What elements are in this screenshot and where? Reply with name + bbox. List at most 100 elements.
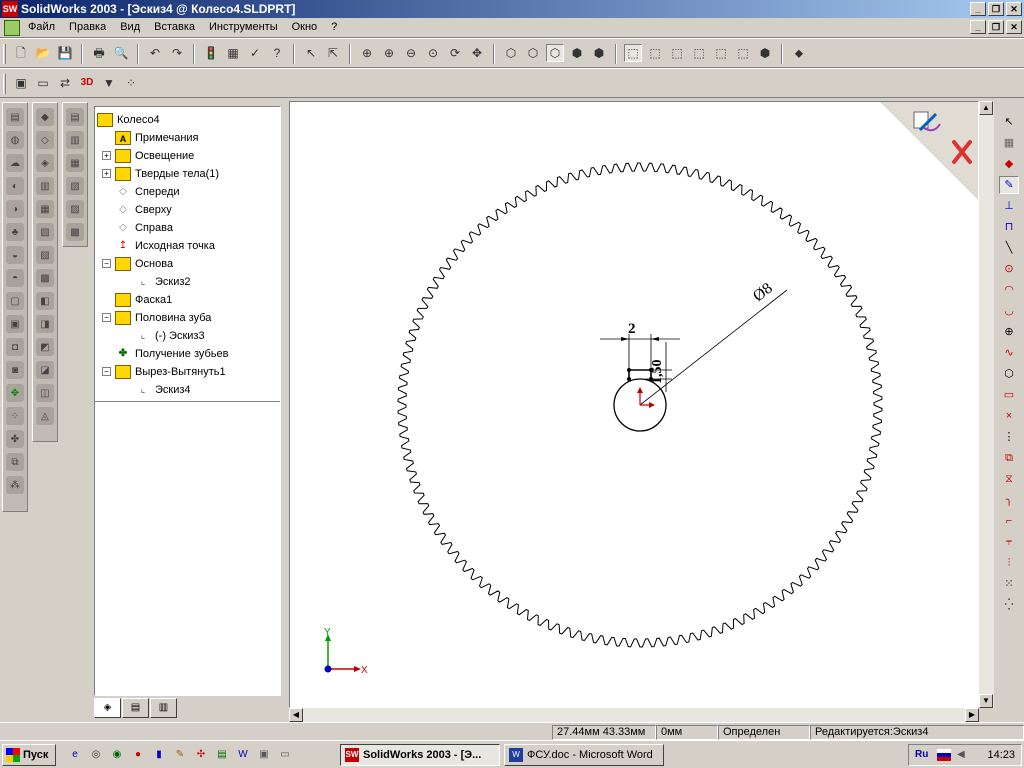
doc-restore-button[interactable]: ❐	[988, 20, 1004, 34]
explorer-icon[interactable]: ▣	[255, 746, 273, 764]
collapse-icon[interactable]: −	[102, 367, 111, 376]
save-icon[interactable]: 💾	[56, 44, 74, 62]
cut-extrude-tool-icon[interactable]: ◆	[36, 108, 54, 126]
menu-window[interactable]: Окно	[290, 21, 320, 33]
shell-icon[interactable]: ▢	[6, 292, 24, 310]
view-top-icon[interactable]: ⬚	[734, 44, 752, 62]
restore-button[interactable]: ❐	[988, 2, 1004, 16]
surface-sweep-icon[interactable]: ▦	[66, 154, 84, 172]
wireframe-icon[interactable]: ⬡	[502, 44, 520, 62]
tree-item-cut-extrude1[interactable]: − Вырез-Вытянуть1	[102, 363, 226, 381]
graphics-viewport[interactable]: 2 1,50 Ø8 Y X	[289, 101, 979, 708]
doc-minimize-button[interactable]: _	[970, 20, 986, 34]
tree-item-sketch2[interactable]: ⌞ Эскиз2	[135, 273, 191, 291]
zoom-selection-icon[interactable]: ⊙	[424, 44, 442, 62]
surface-extrude-icon[interactable]: ▤	[66, 108, 84, 126]
outlook-icon[interactable]: ◎	[87, 746, 105, 764]
tab-feature-manager[interactable]: ◈	[94, 698, 121, 718]
rotate-view-icon[interactable]: ⟳	[446, 44, 464, 62]
3d-icon[interactable]: 3D	[78, 74, 96, 92]
tree-item-front-plane[interactable]: ◇ Спереди	[115, 183, 179, 201]
speaker-icon[interactable]: ◀	[957, 749, 971, 761]
select-icon[interactable]: ↖	[302, 44, 320, 62]
rectangle-icon[interactable]: ▭	[999, 386, 1019, 404]
menu-help[interactable]: ?	[329, 21, 339, 33]
undo-icon[interactable]: ↶	[146, 44, 164, 62]
rib-icon[interactable]: ♣	[6, 223, 24, 241]
cut-loft-icon[interactable]: ▥	[36, 177, 54, 195]
hidden-lines-icon[interactable]: ⬡	[524, 44, 542, 62]
pan-icon[interactable]: ✥	[468, 44, 486, 62]
hole-icon[interactable]: ◘	[6, 338, 24, 356]
print-preview-icon[interactable]: 🔍	[112, 44, 130, 62]
split-line-icon[interactable]: ▧	[36, 223, 54, 241]
point-icon[interactable]: ×	[999, 407, 1019, 425]
offset-icon[interactable]: ⧉	[999, 449, 1019, 467]
tree-item-top-plane[interactable]: ◇ Сверху	[115, 201, 172, 219]
collapse-icon[interactable]: −	[102, 259, 111, 268]
tree-item-teeth-pattern[interactable]: ✤ Получение зубьев	[115, 345, 229, 363]
language-indicator[interactable]: Ru	[915, 749, 928, 760]
vertical-scrollbar[interactable]: ▲ ▼	[979, 101, 994, 708]
menu-edit[interactable]: Правка	[67, 21, 108, 33]
view-front-icon[interactable]: ⬚	[646, 44, 664, 62]
polygon-icon[interactable]: ⬡	[999, 365, 1019, 383]
minimize-button[interactable]: _	[970, 2, 986, 16]
spline-icon[interactable]: ∿	[999, 344, 1019, 362]
move-icon[interactable]: ✥	[6, 384, 24, 402]
ie-icon[interactable]: e	[66, 746, 84, 764]
tree-item-origin[interactable]: ↥ Исходная точка	[115, 237, 215, 255]
palette-icon[interactable]: ⁘	[122, 74, 140, 92]
sweep-icon[interactable]: ☁	[6, 154, 24, 172]
trim-icon[interactable]: ⌐	[999, 512, 1019, 530]
expand-icon[interactable]: +	[102, 169, 111, 178]
menu-tools[interactable]: Инструменты	[207, 21, 280, 33]
scroll-down-button[interactable]: ▼	[979, 694, 993, 708]
tree-item-base[interactable]: − Основа	[102, 255, 173, 273]
fillet-sketch-icon[interactable]: ╮	[999, 491, 1019, 509]
close-button[interactable]: ✕	[1006, 2, 1022, 16]
cut-sweep-icon[interactable]: ◈	[36, 154, 54, 172]
tree-item-sketch3[interactable]: ⌞ (-) Эскиз3	[135, 327, 205, 345]
zoom-in-out-icon[interactable]: ⊖	[402, 44, 420, 62]
circle-center-icon[interactable]: ⊙	[999, 260, 1019, 278]
excel-icon[interactable]: ▤	[213, 746, 231, 764]
mirror-entities-icon[interactable]: ⧖	[999, 470, 1019, 488]
dimension-icon[interactable]: ⊥	[999, 197, 1019, 215]
start-button[interactable]: Пуск	[2, 744, 56, 766]
open-icon[interactable]: 📂	[34, 44, 52, 62]
tree-item-chamfer1[interactable]: Фаска1	[115, 291, 172, 309]
view-isometric-icon[interactable]: ⬢	[756, 44, 774, 62]
solidworks-logo-icon[interactable]: SW	[2, 1, 18, 17]
zoom-area-icon[interactable]: ⊕	[380, 44, 398, 62]
measure-icon[interactable]: ⇄	[56, 74, 74, 92]
keyway-sketch[interactable]	[628, 369, 652, 379]
thicken-icon[interactable]: ◑	[6, 200, 24, 218]
split-entities-icon[interactable]: ⫶	[999, 554, 1019, 572]
surface-knit-icon[interactable]: ▩	[66, 223, 84, 241]
view-orientation-icon[interactable]: ⬥	[790, 44, 808, 62]
helix-icon[interactable]: ▩	[36, 269, 54, 287]
surface-revolve-icon[interactable]: ▥	[66, 131, 84, 149]
select-arrow-icon[interactable]: ↖	[999, 113, 1019, 131]
scroll-up-button[interactable]: ▲	[979, 101, 993, 115]
shaded-edges-icon[interactable]: ⬢	[590, 44, 608, 62]
new-icon[interactable]: 🗋	[12, 44, 30, 62]
document-icon[interactable]	[4, 20, 20, 36]
shaded-icon[interactable]: ⬢	[568, 44, 586, 62]
arc-icon[interactable]: ◠	[999, 281, 1019, 299]
coordinate-system-icon[interactable]: ◫	[36, 384, 54, 402]
reference-point-icon[interactable]: ◬	[36, 407, 54, 425]
surface-offset-icon[interactable]: ▨	[66, 200, 84, 218]
drive-icon[interactable]: ▭	[276, 746, 294, 764]
tree-item-half-tooth[interactable]: − Половина зуба	[102, 309, 211, 327]
sketch-point[interactable]	[649, 368, 653, 372]
composite-curve-icon[interactable]: ◨	[36, 315, 54, 333]
camera-icon[interactable]: ▭	[34, 74, 52, 92]
doc-close-button[interactable]: ✕	[1006, 20, 1022, 34]
redo-icon[interactable]: ↷	[168, 44, 186, 62]
sketch-point[interactable]	[627, 368, 631, 372]
sketch-point[interactable]	[627, 377, 631, 381]
zoom-fit-icon[interactable]: ⊕	[358, 44, 376, 62]
task-word[interactable]: W ФСУ.doc - Microsoft Word	[504, 744, 664, 766]
